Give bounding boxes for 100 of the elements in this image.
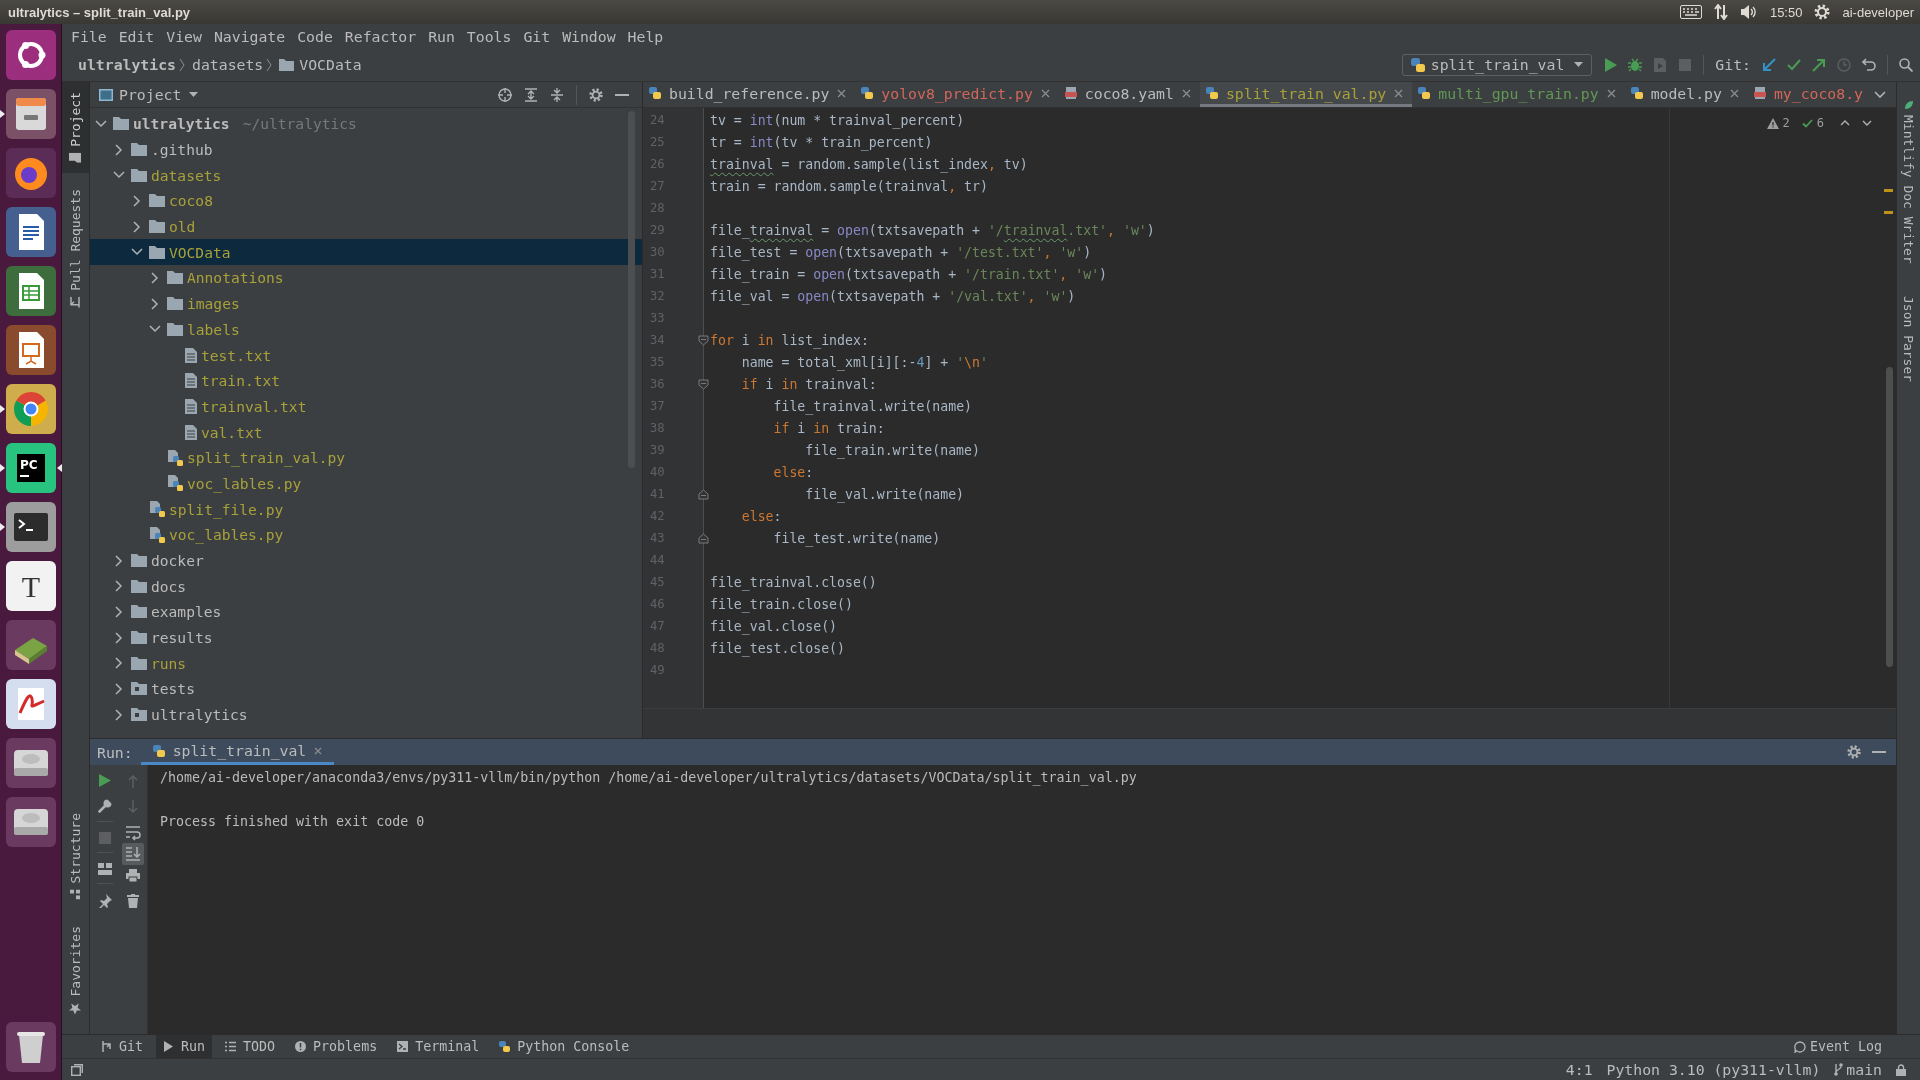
tree-item[interactable]: tests xyxy=(90,676,642,702)
chevron-right-icon[interactable] xyxy=(151,271,159,284)
trash-icon[interactable] xyxy=(127,894,139,908)
tool-window-tab[interactable]: Mintlify Doc Writer xyxy=(1897,90,1920,274)
scrollbar[interactable] xyxy=(628,111,635,468)
arrow-down-left-icon[interactable] xyxy=(1762,57,1776,72)
settings-icon[interactable] xyxy=(589,87,603,102)
crosshair-icon[interactable] xyxy=(498,87,512,102)
chevron-down-icon[interactable] xyxy=(131,248,143,257)
tool-window-tab[interactable]: Pull Requests xyxy=(62,178,89,318)
close-icon[interactable] xyxy=(1606,88,1616,98)
tool-window-tab[interactable]: Terminal xyxy=(390,1035,487,1058)
chevron-right-icon[interactable] xyxy=(115,657,123,670)
tree-item[interactable]: examples xyxy=(90,599,642,625)
layout-icon[interactable] xyxy=(97,863,112,875)
menu-item[interactable]: Code xyxy=(291,27,339,45)
user-name[interactable]: ai-developer xyxy=(1842,4,1914,20)
tree-item[interactable]: labels xyxy=(90,316,642,343)
breadcrumb[interactable]: datasets xyxy=(192,56,264,73)
close-icon[interactable] xyxy=(1729,88,1739,98)
editor-tab[interactable]: multi_gpu_train.py xyxy=(1412,82,1625,107)
tree-item[interactable]: .github xyxy=(90,136,642,163)
settings-icon[interactable] xyxy=(1847,745,1861,759)
lock-icon[interactable] xyxy=(1896,1063,1906,1076)
tree-item[interactable]: Annotations xyxy=(90,265,642,291)
breadcrumb[interactable]: VOCData xyxy=(299,56,362,73)
play-icon[interactable] xyxy=(1603,57,1618,72)
tree-item[interactable]: split_train_val.py xyxy=(90,444,642,471)
tree-item[interactable]: results xyxy=(90,624,642,651)
menu-item[interactable]: Refactor xyxy=(338,27,423,45)
close-icon[interactable] xyxy=(314,746,323,755)
chevron-right-icon[interactable] xyxy=(115,580,123,593)
tree-item[interactable]: trainval.txt xyxy=(90,393,642,420)
close-icon[interactable] xyxy=(837,88,847,98)
gear-icon[interactable] xyxy=(1814,4,1831,20)
chevron-right-icon[interactable] xyxy=(133,220,141,233)
chevron-right-icon[interactable] xyxy=(115,605,123,618)
run-config-dropdown[interactable]: split_train_val xyxy=(1401,53,1593,76)
menu-item[interactable]: Help xyxy=(621,27,670,45)
chevron-down-icon[interactable] xyxy=(95,119,107,128)
close-icon[interactable] xyxy=(1394,88,1404,98)
tree-item[interactable]: datasets xyxy=(90,162,642,189)
keyboard-icon[interactable] xyxy=(1679,5,1702,19)
play-icon[interactable] xyxy=(98,774,111,787)
menu-item[interactable]: View xyxy=(160,27,208,45)
menu-item[interactable]: File xyxy=(65,27,113,45)
tree-item[interactable]: runs xyxy=(90,650,642,677)
warning-icon[interactable] xyxy=(1766,117,1779,129)
editor-tab[interactable]: split_train_val.py xyxy=(1199,82,1413,107)
tool-window-tab[interactable]: Python Console xyxy=(492,1035,637,1058)
menu-item[interactable]: Git xyxy=(517,27,557,45)
tree-item[interactable]: voc_lables.py xyxy=(90,470,642,497)
editor-tab[interactable]: model.py xyxy=(1624,82,1748,107)
project-view-dropdown[interactable]: Project xyxy=(119,86,199,103)
passed-count[interactable]: 6 xyxy=(1816,116,1824,130)
tool-window-tab[interactable]: TODO xyxy=(218,1035,283,1058)
tool-window-tab[interactable]: Json Parser xyxy=(1897,285,1920,392)
chevron-right-icon[interactable] xyxy=(115,708,123,721)
minimize-icon[interactable] xyxy=(615,93,629,96)
chevron-right-icon[interactable] xyxy=(115,631,123,644)
arrow-up-right-icon[interactable] xyxy=(1812,57,1826,72)
close-icon[interactable] xyxy=(1040,88,1050,98)
menu-item[interactable]: Run xyxy=(422,27,461,45)
menu-item[interactable]: Window xyxy=(556,27,622,45)
fold-end-icon[interactable] xyxy=(698,532,709,544)
fold-marker-icon[interactable] xyxy=(698,334,709,346)
chevron-down-icon[interactable] xyxy=(1862,120,1872,126)
tree-item[interactable]: docs xyxy=(90,573,642,600)
menu-item[interactable]: Tools xyxy=(460,27,518,45)
tree-item[interactable]: images xyxy=(90,290,642,317)
tree-item[interactable]: ultralytics ~/ultralytics xyxy=(90,111,642,137)
check-icon[interactable] xyxy=(1787,58,1801,71)
bug-icon[interactable] xyxy=(1628,57,1643,72)
tree-item[interactable]: docker xyxy=(90,547,642,574)
event-log-button[interactable]: Event Log xyxy=(1786,1035,1889,1058)
fold-end-icon[interactable] xyxy=(698,488,709,500)
tree-item[interactable]: coco8 xyxy=(90,188,642,214)
printer-icon[interactable] xyxy=(126,869,140,882)
tool-window-tab[interactable]: Structure xyxy=(62,803,89,910)
chevron-down-icon[interactable] xyxy=(149,325,161,334)
editor-tab[interactable]: coco8.yaml xyxy=(1058,82,1200,107)
interpreter-selector[interactable]: Python 3.10 (py311-vllm) xyxy=(1606,1061,1821,1078)
chevron-right-icon[interactable] xyxy=(133,194,141,207)
tool-window-tab[interactable]: Favorites xyxy=(62,915,89,1024)
breadcrumb[interactable]: ultralytics xyxy=(78,56,176,73)
tree-item[interactable]: train.txt xyxy=(90,367,642,394)
fold-marker-icon[interactable] xyxy=(698,378,709,390)
tree-item[interactable]: old xyxy=(90,213,642,240)
tree-item[interactable]: split_file.py xyxy=(90,496,642,522)
transfer-arrows-icon[interactable] xyxy=(1713,4,1728,20)
pin-icon[interactable] xyxy=(97,894,112,908)
chevron-down-icon[interactable] xyxy=(113,171,125,180)
collapse-all-icon[interactable] xyxy=(550,87,564,102)
editor-tab[interactable]: my_coco8.y xyxy=(1747,82,1872,107)
tree-item[interactable]: val.txt xyxy=(90,419,642,445)
editor-tab[interactable]: yolov8_predict.py xyxy=(855,82,1059,107)
menu-item[interactable]: Edit xyxy=(112,27,161,45)
git-branch-button[interactable]: main xyxy=(1834,1061,1882,1078)
chevron-right-icon[interactable] xyxy=(115,143,123,156)
editor-tab[interactable]: build_reference.py xyxy=(643,82,856,107)
